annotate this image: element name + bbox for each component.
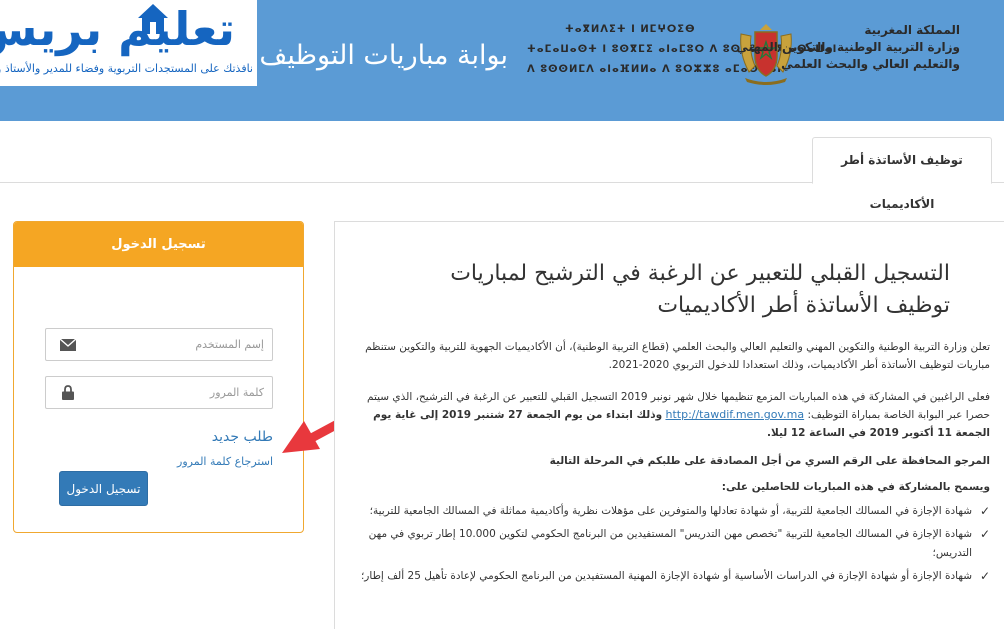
tab-bar: توظيف الأساتذة أطر الأكاديميات (0, 121, 1004, 211)
login-panel: تسجيل الدخول طلب جديد استرجاع كلمة المرو… (13, 221, 304, 533)
list-item: ✓ شهادة الإجازة في المسالك الجامعية للترب… (345, 525, 990, 563)
new-request-link[interactable]: طلب جديد (212, 429, 273, 445)
logo-tagline: نافذتك على المستجدات التربوية وفضاء للمد… (0, 62, 253, 75)
portal-title: بوابة مباريات التوظيف (259, 40, 508, 71)
ministry-name: المملكة المغربية وزارة التربية الوطنية و… (736, 22, 960, 73)
checkmark-icon: ✓ (979, 504, 990, 518)
eligibility-list: ✓ شهادة الإجازة في المسالك الجامعية للترب… (345, 502, 990, 586)
ministry-line-1: المملكة المغربية (864, 23, 960, 37)
ministry-line-2: وزارة التربية الوطنية والتكوين المهني (736, 40, 960, 54)
tifinagh-line-1: ⵜⴰⴳⵍⴷⵉⵜ ⵏ ⵍⵎⵖⵔⵉⴱ (565, 24, 696, 35)
checkmark-icon: ✓ (979, 527, 990, 541)
condition-text: شهادة الإجازة في المسالك الجامعية للتربي… (369, 505, 972, 517)
announcement-paragraph-1: تعلن وزارة التربية الوطنية والتكوين المه… (365, 341, 990, 371)
eligibility-heading: ويسمح بالمشاركة في هذه المباريات للحاصلي… (721, 481, 990, 493)
password-input[interactable] (90, 377, 270, 408)
envelope-icon (46, 329, 90, 360)
lock-icon (46, 377, 90, 408)
checkmark-icon: ✓ (979, 569, 990, 583)
list-item: ✓ شهادة الإجازة أو شهادة الإجازة في الدرا… (345, 567, 990, 586)
tab-teacher-recruitment[interactable]: توظيف الأساتذة أطر الأكاديميات (812, 137, 992, 211)
watermark-logo: تعليم بريس نافذتك على المستجدات التربوية… (0, 0, 257, 86)
username-field-group (45, 328, 273, 361)
recover-password-link[interactable]: استرجاع كلمة المرور (177, 455, 273, 468)
ministry-line-3: والتعليم العالي والبحث العلمي (781, 57, 960, 71)
list-item: ✓ شهادة الإجازة في المسالك الجامعية للترب… (345, 502, 990, 521)
password-warning: المرجو المحافظة على الرقم السري من أجل ا… (549, 455, 990, 467)
password-field-group (45, 376, 273, 409)
login-title: تسجيل الدخول (14, 222, 303, 267)
logo-text: تعليم بريس (0, 2, 236, 56)
site-header: تعليم بريس نافذتك على المستجدات التربوية… (0, 0, 1004, 121)
announcement-title: التسجيل القبلي للتعبير عن الرغبة في التر… (450, 261, 950, 318)
condition-text: شهادة الإجازة في المسالك الجامعية للتربي… (368, 528, 972, 559)
username-input[interactable] (90, 329, 270, 360)
condition-text: شهادة الإجازة أو شهادة الإجازة في الدراس… (360, 570, 972, 582)
tawdif-portal-link[interactable]: http://tawdif.men.gov.ma (665, 408, 804, 421)
login-button[interactable]: تسجيل الدخول (59, 471, 148, 506)
announcement-paragraph-2: فعلى الراغبين في المشاركة في هذه المباري… (345, 388, 990, 442)
announcement-panel: التسجيل القبلي للتعبير عن الرغبة في التر… (334, 221, 1004, 629)
